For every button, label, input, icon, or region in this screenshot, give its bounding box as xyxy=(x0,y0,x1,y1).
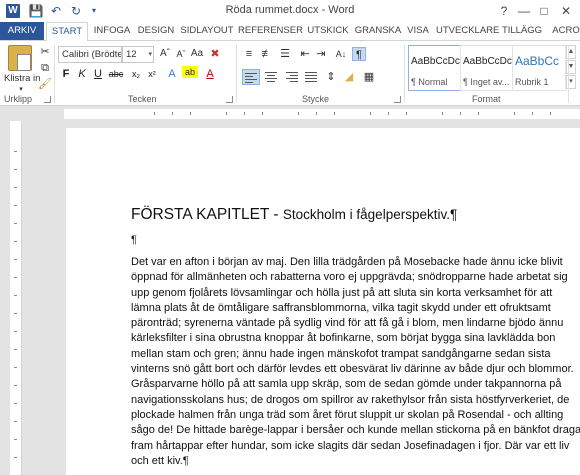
show-formatting-marks-icon[interactable]: ¶ xyxy=(352,47,366,61)
increase-indent-icon[interactable]: ⇥ xyxy=(314,47,328,61)
minimize-button[interactable]: — xyxy=(514,2,534,20)
format-painter-icon[interactable]: 🖌 xyxy=(38,77,52,91)
align-center-icon[interactable] xyxy=(262,69,280,85)
maximize-button[interactable]: □ xyxy=(534,2,554,20)
style-name: ¶ Inget av... xyxy=(463,77,510,87)
copy-icon[interactable]: ⧉ xyxy=(38,61,52,75)
tab-acro[interactable]: ACRO xyxy=(546,22,580,40)
italic-icon[interactable]: K xyxy=(74,66,90,82)
tab-start[interactable]: START xyxy=(46,22,88,41)
close-button[interactable]: ✕ xyxy=(556,2,576,20)
text-line: plockade halmen från unga träd som året … xyxy=(131,408,564,421)
style-preview: AaBbCc xyxy=(515,54,560,68)
tab-tillagg[interactable]: TILLÄGG xyxy=(500,22,544,40)
style-heading-1[interactable]: AaBbCc Rubrik 1 xyxy=(512,45,566,91)
chapter-title[interactable]: FÖRSTA KAPITLET - Stockholm i fågelpersp… xyxy=(131,206,457,224)
chapter-title-main: FÖRSTA KAPITLET xyxy=(131,206,270,223)
style-preview: AaBbCcDc xyxy=(411,56,460,67)
superscript-icon[interactable]: x² xyxy=(144,66,160,82)
tab-arkiv[interactable]: ARKIV xyxy=(0,22,44,40)
empty-paragraph[interactable]: ¶ xyxy=(131,234,137,246)
text-line: lämna plats åt de ömtåligare saffransblo… xyxy=(131,301,551,314)
group-separator xyxy=(236,45,237,103)
font-name-value: Calibri (Brödte xyxy=(62,49,122,60)
paste-icon[interactable] xyxy=(8,45,32,71)
font-name-combo[interactable]: Calibri (Brödte xyxy=(58,46,122,63)
text-line: Det var en afton i början av maj. Den li… xyxy=(131,256,563,268)
body-paragraph[interactable]: Det var en afton i början av maj. Den li… xyxy=(131,255,580,469)
paragraph-launcher-icon[interactable] xyxy=(394,96,401,103)
clipboard-launcher-icon[interactable] xyxy=(44,96,51,103)
bold-icon[interactable]: F xyxy=(58,66,74,82)
style-normal[interactable]: AaBbCcDc ¶ Normal xyxy=(408,45,463,91)
decrease-indent-icon[interactable]: ⇤ xyxy=(298,47,312,61)
tab-granska[interactable]: GRANSKA xyxy=(354,22,402,40)
align-right-icon[interactable] xyxy=(282,69,300,85)
style-preview: AaBbCcDc xyxy=(463,56,512,67)
shrink-font-icon[interactable]: Aˇ xyxy=(174,47,188,61)
align-left-icon[interactable] xyxy=(242,69,260,85)
help-button[interactable]: ? xyxy=(494,2,514,20)
text-line: och ett kiv.¶ xyxy=(131,454,189,467)
chapter-title-separator: - xyxy=(269,206,283,223)
grow-font-icon[interactable]: Aˆ xyxy=(158,47,172,61)
tab-visa[interactable]: VISA xyxy=(404,22,432,40)
cut-icon[interactable]: ✂ xyxy=(38,45,52,59)
justify-icon[interactable] xyxy=(302,69,320,85)
tab-utskick[interactable]: UTSKICK xyxy=(304,22,352,40)
tab-referenser[interactable]: REFERENSER xyxy=(238,22,303,40)
text-line: kärleksfilter i sina obrustna knoppar åt… xyxy=(131,332,556,345)
ribbon-tabs: ARKIV START INFOGA DESIGN SIDLAYOUT REFE… xyxy=(0,22,580,41)
horizontal-ruler[interactable] xyxy=(0,107,580,121)
font-launcher-icon[interactable] xyxy=(226,96,233,103)
group-separator xyxy=(404,45,405,103)
font-size-combo[interactable]: 12 ▾ xyxy=(122,46,154,63)
strikethrough-icon[interactable]: abc xyxy=(108,66,124,82)
group-separator xyxy=(568,45,569,103)
multilevel-list-icon[interactable]: ☰ xyxy=(278,47,292,61)
shading-icon[interactable]: ◢ xyxy=(342,70,356,84)
style-name: Rubrik 1 xyxy=(515,77,549,87)
window-title: Röda rummet.docx - Word xyxy=(225,4,355,16)
vertical-ruler[interactable] xyxy=(10,121,22,475)
paragraph-group-label: Stycke xyxy=(302,94,330,104)
ribbon: Klistra in ▾ ✂ ⧉ 🖌 Urklipp Calibri (Bröd… xyxy=(0,40,580,106)
text-line: öppnad för allmänheten och rabatterna vo… xyxy=(131,271,568,284)
font-group-label: Tecken xyxy=(128,94,157,104)
tab-utvecklare[interactable]: UTVECKLARE xyxy=(436,22,499,40)
font-color-icon[interactable]: A xyxy=(202,66,218,82)
text-line: päronträd; syrenerna väntade på sydlig v… xyxy=(131,317,564,330)
text-line: upp genom fjolårets lövsamlingar och höl… xyxy=(131,286,553,299)
borders-icon[interactable]: ▦ xyxy=(362,70,376,84)
text-line: Gråsparvarne höllo på att samla upp skrä… xyxy=(131,378,562,391)
text-effects-icon[interactable]: A xyxy=(164,66,180,82)
styles-group-label: Format xyxy=(472,94,501,104)
clipboard-group-label: Urklipp xyxy=(4,94,33,104)
text-line: navigationsskolans hus; de drogos om spi… xyxy=(131,393,570,406)
chapter-title-sub: Stockholm i fågelperspektiv.¶ xyxy=(282,207,458,222)
tab-infoga[interactable]: INFOGA xyxy=(90,22,134,40)
title-bar: W 💾 ↶ ↻ ▾ Röda rummet.docx - Word ? — □ … xyxy=(0,0,580,22)
clear-formatting-icon[interactable]: ✖ xyxy=(208,47,222,61)
style-no-spacing[interactable]: AaBbCcDc ¶ Inget av... xyxy=(460,45,515,91)
highlight-icon[interactable]: ab xyxy=(182,66,198,78)
tab-sidlayout[interactable]: SIDLAYOUT xyxy=(178,22,236,40)
style-name: ¶ Normal xyxy=(411,77,448,87)
text-line: sågo de! De hittade barège-lappar i bers… xyxy=(131,424,580,437)
bullets-icon[interactable]: ≡ xyxy=(242,47,256,61)
text-line: vinterns snö gått bort och därför levdes… xyxy=(131,363,574,376)
underline-icon[interactable]: U xyxy=(90,66,106,82)
numbering-icon[interactable]: ≢ xyxy=(260,47,274,61)
tab-design[interactable]: DESIGN xyxy=(136,22,176,40)
group-separator xyxy=(54,45,55,103)
text-line: mellan stam och gren; ännu hade ingen mä… xyxy=(131,347,551,360)
change-case-icon[interactable]: Aa xyxy=(190,47,204,61)
sort-icon[interactable]: A↓ xyxy=(334,47,348,61)
text-line: fram hårtappar efter hundar, som icke sl… xyxy=(131,439,570,452)
line-spacing-icon[interactable]: ⇕ xyxy=(324,70,338,84)
font-size-value: 12 xyxy=(126,49,137,60)
subscript-icon[interactable]: x₂ xyxy=(128,66,144,82)
